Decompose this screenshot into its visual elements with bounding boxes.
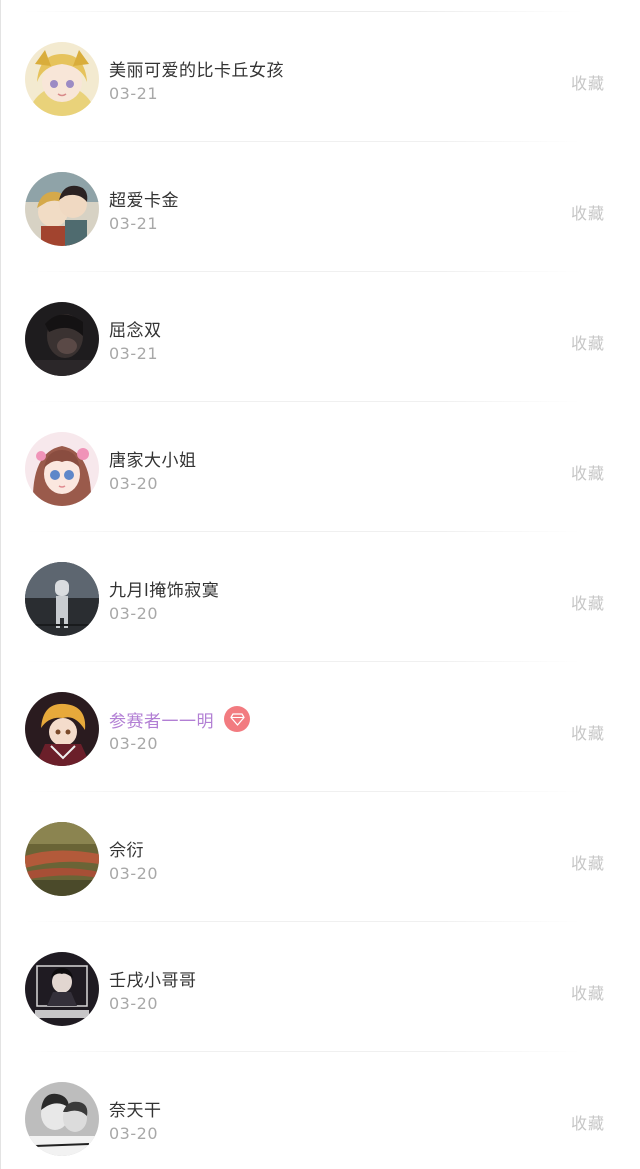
date: 03-20: [109, 994, 158, 1013]
user-name[interactable]: 奈天干: [109, 1096, 162, 1121]
favorite-button[interactable]: 收藏: [571, 980, 605, 1004]
favorite-button[interactable]: 收藏: [571, 590, 605, 614]
date: 03-20: [109, 734, 158, 753]
favorite-button[interactable]: 收藏: [571, 70, 605, 94]
favorite-button[interactable]: 收藏: [571, 460, 605, 484]
user-name[interactable]: 壬戌小哥哥: [109, 966, 197, 991]
date: 03-20: [109, 604, 158, 623]
list-item[interactable]: 美丽可爱的比卡丘女孩 03-21 收藏: [1, 12, 640, 142]
user-name[interactable]: 超爱卡金: [109, 186, 179, 211]
name-line: 美丽可爱的比卡丘女孩: [109, 56, 284, 81]
name-line: 屈念双: [109, 316, 162, 341]
date: 03-20: [109, 1124, 158, 1143]
list-item[interactable]: 超爱卡金 03-21 收藏: [1, 142, 640, 272]
user-name[interactable]: 佘衍: [109, 836, 144, 861]
avatar[interactable]: [25, 562, 99, 636]
list-item[interactable]: 参赛者一一明 03-20 收藏: [1, 662, 640, 792]
list-item[interactable]: 奈天干 03-20 收藏: [1, 1052, 640, 1169]
name-line: 奈天干: [109, 1096, 162, 1121]
list-item[interactable]: 壬戌小哥哥 03-20 收藏: [1, 922, 640, 1052]
list-item[interactable]: 九月l掩饰寂寞 03-20 收藏: [1, 532, 640, 662]
user-name[interactable]: 唐家大小姐: [109, 446, 197, 471]
avatar[interactable]: [25, 822, 99, 896]
date: 03-21: [109, 84, 158, 103]
date: 03-20: [109, 864, 158, 883]
avatar[interactable]: [25, 302, 99, 376]
name-line: 超爱卡金: [109, 186, 179, 211]
user-name[interactable]: 参赛者一一明: [109, 707, 214, 732]
avatar[interactable]: [25, 692, 99, 766]
list-item[interactable]: 佘衍 03-20 收藏: [1, 792, 640, 922]
list-item[interactable]: 屈念双 03-21 收藏: [1, 272, 640, 402]
avatar[interactable]: [25, 952, 99, 1026]
avatar[interactable]: [25, 172, 99, 246]
favorite-button[interactable]: 收藏: [571, 200, 605, 224]
name-line: 唐家大小姐: [109, 446, 197, 471]
user-name[interactable]: 九月l掩饰寂寞: [109, 576, 219, 601]
date: 03-21: [109, 344, 158, 363]
avatar[interactable]: [25, 42, 99, 116]
avatar[interactable]: [25, 432, 99, 506]
favorite-button[interactable]: 收藏: [571, 850, 605, 874]
list-item[interactable]: 唐家大小姐 03-20 收藏: [1, 402, 640, 532]
favorite-button[interactable]: 收藏: [571, 1110, 605, 1134]
user-list-page: 美丽可爱的比卡丘女孩 03-21 收藏 超爱卡金 03-21 收藏 屈念双 03…: [0, 0, 640, 1169]
favorite-button[interactable]: 收藏: [571, 330, 605, 354]
user-name[interactable]: 屈念双: [109, 316, 162, 341]
avatar[interactable]: [25, 1082, 99, 1156]
name-line: 佘衍: [109, 836, 144, 861]
date: 03-21: [109, 214, 158, 233]
name-line: 九月l掩饰寂寞: [109, 576, 219, 601]
name-line: 参赛者一一明: [109, 706, 250, 732]
name-line: 壬戌小哥哥: [109, 966, 197, 991]
favorite-button[interactable]: 收藏: [571, 720, 605, 744]
date: 03-20: [109, 474, 158, 493]
user-name[interactable]: 美丽可爱的比卡丘女孩: [109, 56, 284, 81]
diamond-icon: [224, 706, 250, 732]
